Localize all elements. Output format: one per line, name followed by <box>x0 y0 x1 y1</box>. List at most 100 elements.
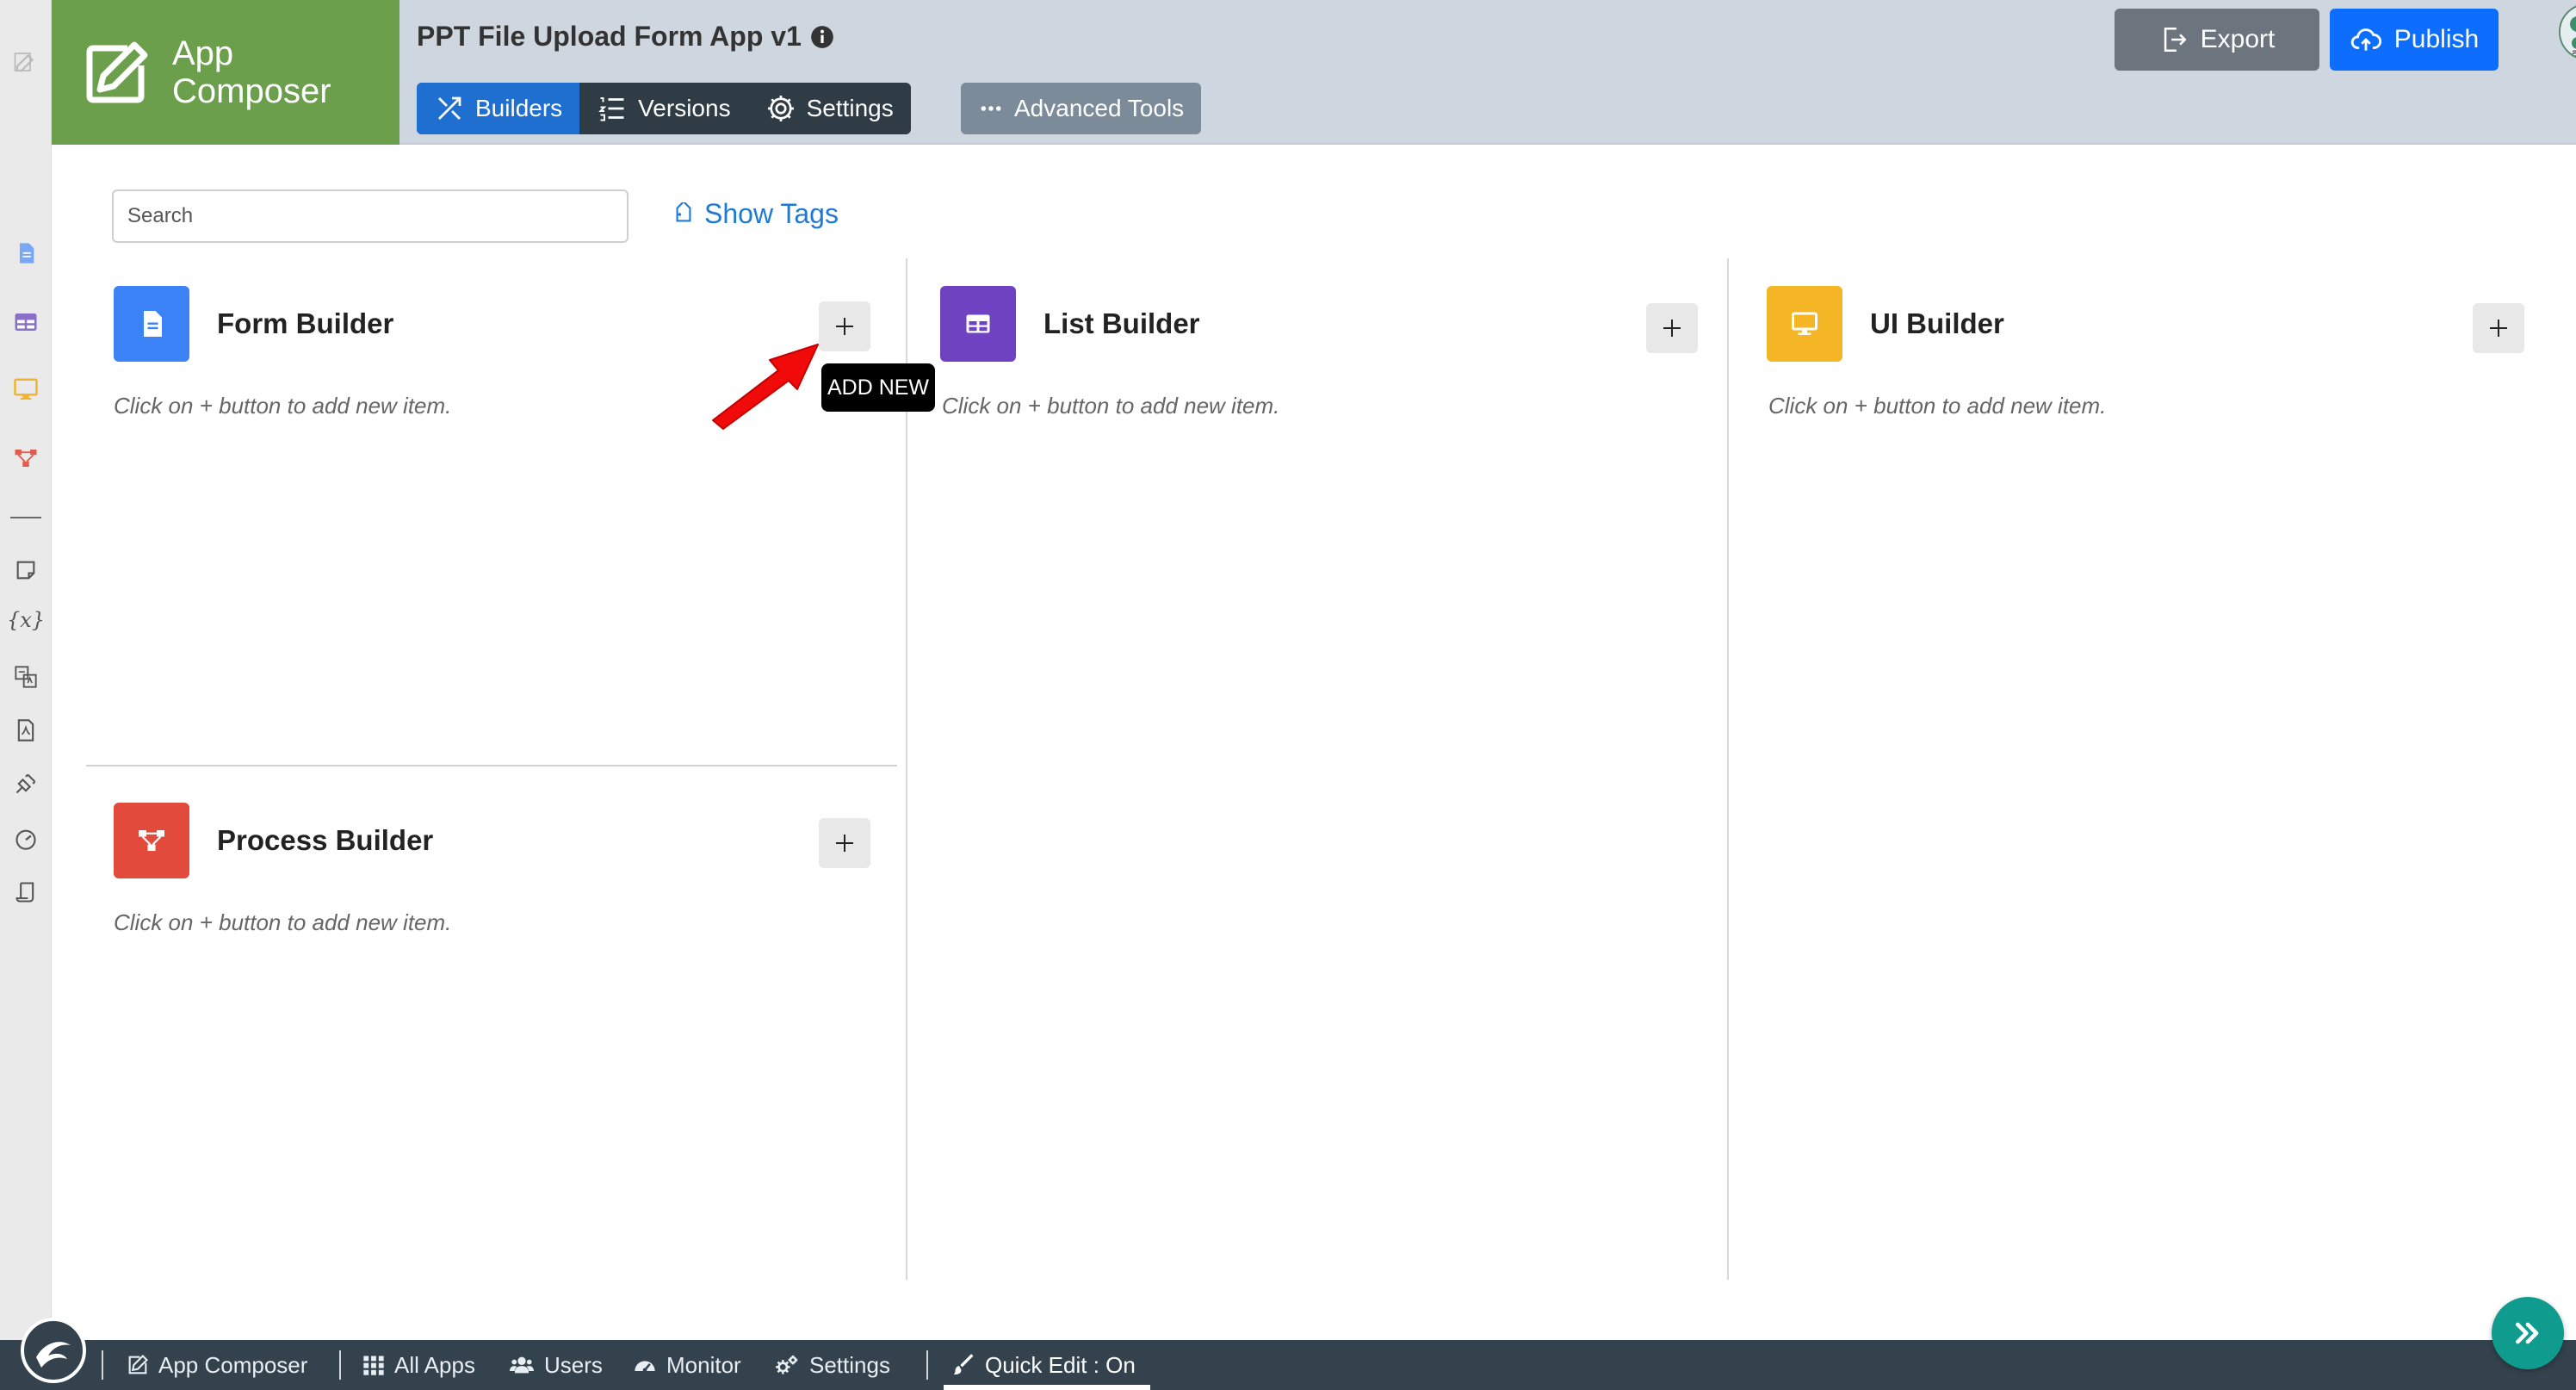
ui-builder-title: UI Builder <box>1870 307 2004 339</box>
footer-all-apps-label: All Apps <box>394 1351 475 1378</box>
form-builder-hint: Click on + button to add new item. <box>114 393 452 419</box>
form-icon[interactable] <box>12 239 40 267</box>
variable-icon[interactable]: {x} <box>7 606 45 634</box>
show-tags-label: Show Tags <box>704 198 839 229</box>
pdf-icon[interactable] <box>12 717 40 744</box>
double-chevron-right-icon <box>2516 1322 2539 1344</box>
list-icon[interactable] <box>12 308 40 336</box>
app-title: PPT File Upload Form App v1 <box>417 21 834 53</box>
publish-button[interactable]: Publish <box>2330 9 2499 71</box>
publish-label: Publish <box>2393 25 2480 53</box>
process-builder-icon <box>114 803 189 878</box>
advanced-tools-button[interactable]: Advanced Tools <box>961 83 1202 134</box>
edit-icon[interactable] <box>12 48 40 76</box>
footer-users-label: Users <box>544 1351 603 1378</box>
tab-versions[interactable]: Versions <box>579 83 747 134</box>
edit-icon <box>86 41 148 103</box>
list-builder-title: List Builder <box>1043 307 1200 339</box>
info-icon[interactable] <box>810 25 834 49</box>
footer-separator <box>926 1350 928 1380</box>
process-builder-header: Process Builder <box>114 803 433 878</box>
brand-line2: Composer <box>172 72 331 110</box>
tab-settings[interactable]: Settings <box>748 83 911 134</box>
scroll-icon[interactable] <box>12 878 40 906</box>
builder-tabs: Builders Versions Settings <box>417 83 911 134</box>
top-header: App Composer PPT File Upload Form App v1… <box>52 0 2576 145</box>
footer-quick-edit[interactable]: Quick Edit : On <box>952 1340 1136 1390</box>
footer-settings[interactable]: Settings <box>773 1340 890 1390</box>
edit-icon <box>128 1355 148 1374</box>
footer-all-apps[interactable]: All Apps <box>362 1340 475 1390</box>
panel-divider-2 <box>1727 258 1729 1280</box>
sidebar-divider <box>10 517 41 518</box>
process-builder-hint: Click on + button to add new item. <box>114 909 452 935</box>
plus-icon <box>1663 320 1681 337</box>
tab-settings-label: Settings <box>806 95 894 121</box>
gear-icon <box>767 96 794 121</box>
avatar-icon: admin <box>2561 5 2576 60</box>
search-input[interactable] <box>112 189 629 243</box>
tab-builders[interactable]: Builders <box>417 83 580 134</box>
red-arrow-icon <box>712 344 819 430</box>
add-new-tooltip: ADD NEW <box>821 363 935 412</box>
advanced-tools-label: Advanced Tools <box>1014 95 1185 121</box>
footer-monitor-label: Monitor <box>666 1351 741 1378</box>
export-label: Export <box>2200 25 2276 53</box>
svg-text:admin: admin <box>2572 47 2576 60</box>
footer-separator <box>102 1350 103 1380</box>
export-button[interactable]: Export <box>2115 9 2319 71</box>
more-icon <box>981 106 1001 111</box>
note-icon[interactable] <box>12 556 40 584</box>
left-sidebar: {x} <box>0 0 52 1340</box>
footer-monitor[interactable]: Monitor <box>632 1340 741 1390</box>
process-builder-add-button[interactable] <box>819 818 870 868</box>
panel-divider-horizontal <box>86 765 897 766</box>
joget-logo-icon[interactable] <box>21 1318 86 1383</box>
tools-icon <box>438 96 461 120</box>
brush-icon <box>953 1354 974 1374</box>
gauge-icon <box>635 1361 655 1373</box>
form-builder-header: Form Builder <box>114 286 393 362</box>
brand-text: App Composer <box>172 34 331 110</box>
footer-users[interactable]: Users <box>508 1340 603 1390</box>
ui-builder-header: UI Builder <box>1767 286 2004 362</box>
app-composer-brand[interactable]: App Composer <box>52 0 399 145</box>
ui-builder-add-button[interactable] <box>2473 303 2524 353</box>
translate-icon[interactable] <box>12 663 40 691</box>
ui-builder-hint: Click on + button to add new item. <box>1768 393 2107 419</box>
users-icon <box>510 1356 534 1374</box>
footer-quick-edit-label: Quick Edit : On <box>985 1351 1136 1378</box>
list-builder-add-button[interactable] <box>1646 303 1698 353</box>
grid-icon <box>363 1356 384 1375</box>
form-builder-title: Form Builder <box>217 307 394 339</box>
cloud-upload-icon <box>2350 28 2381 51</box>
ui-builder-icon <box>1767 286 1842 362</box>
form-builder-icon <box>114 286 189 362</box>
gears-icon <box>776 1355 798 1374</box>
list-builder-icon <box>940 286 1016 362</box>
quick-edit-underline <box>944 1385 1150 1390</box>
plugin-icon[interactable] <box>12 770 40 797</box>
footer-app-composer[interactable]: App Composer <box>126 1340 307 1390</box>
list-builder-hint: Click on + button to add new item. <box>942 393 1280 419</box>
expand-button[interactable] <box>2492 1297 2564 1369</box>
tab-builders-label: Builders <box>475 95 563 121</box>
export-icon <box>2164 27 2187 53</box>
app-title-text: PPT File Upload Form App v1 <box>417 21 802 52</box>
tab-versions-label: Versions <box>638 95 731 121</box>
process-icon[interactable] <box>12 444 40 472</box>
brand-line1: App <box>172 34 234 72</box>
form-builder-add-button[interactable] <box>819 301 870 351</box>
plus-icon <box>836 835 853 852</box>
plus-icon <box>2490 320 2507 337</box>
show-tags-link[interactable]: Show Tags <box>672 198 839 230</box>
footer-app-composer-label: App Composer <box>158 1351 308 1378</box>
monitor-icon[interactable] <box>12 375 40 403</box>
footer-separator <box>339 1350 341 1380</box>
process-builder-title: Process Builder <box>217 824 434 856</box>
list-icon <box>598 97 624 121</box>
performance-icon[interactable] <box>12 825 40 853</box>
list-builder-header: List Builder <box>940 286 1200 362</box>
tag-icon <box>676 202 691 221</box>
avatar[interactable]: admin <box>2559 3 2576 60</box>
